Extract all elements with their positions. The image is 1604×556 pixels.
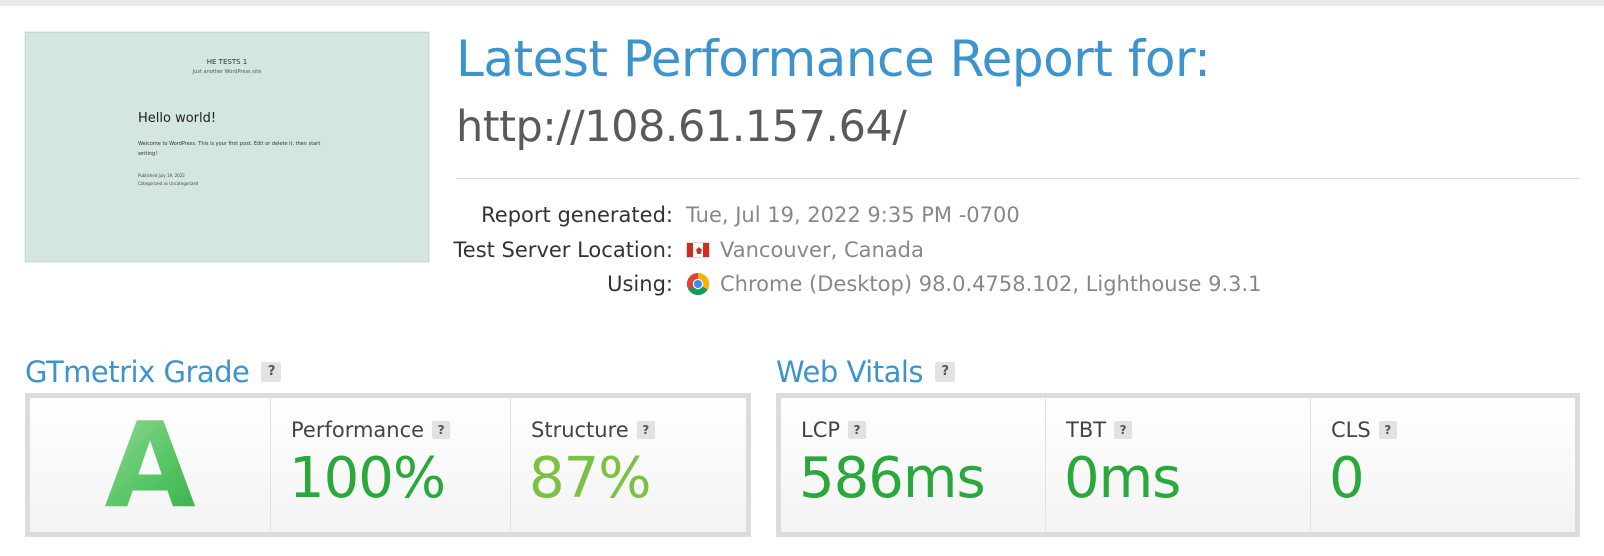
chrome-icon [686, 273, 710, 296]
structure-label-text: Structure [531, 418, 629, 442]
gtmetrix-grade-help-icon[interactable]: ? [261, 362, 282, 382]
server-location-value: Vancouver, Canada [686, 238, 924, 262]
thumb-post-title: Hello world! [138, 111, 217, 126]
report-generated-row: Report generated: Tue, Jul 19, 2022 9:35… [440, 203, 1540, 233]
web-vitals-title: Web Vitals ? [776, 355, 956, 389]
structure-label: Structure ? [531, 418, 655, 442]
thumb-site-tagline: Just another WordPress site [192, 69, 262, 75]
tbt-label-text: TBT [1066, 418, 1107, 442]
thumb-site-title: HE TESTS 1 [206, 58, 248, 66]
performance-label: Performance ? [291, 418, 451, 442]
thumb-post-body: Welcome to WordPress. This is your first… [138, 141, 321, 157]
thumb-post-meta: Published July 19, 2022 Categorized as U… [138, 172, 323, 188]
thumb-post-published: Published July 19, 2022 [138, 173, 185, 178]
canada-flag-icon [686, 242, 710, 258]
performance-label-text: Performance [291, 418, 425, 442]
tbt-value: 0ms [1064, 446, 1181, 511]
web-vitals-panel: LCP ? 586ms TBT ? 0ms CLS ? 0 [776, 393, 1580, 537]
grade-letter: A [30, 400, 270, 530]
performance-help-icon[interactable]: ? [432, 421, 451, 439]
server-location-text: Vancouver, Canada [720, 238, 924, 262]
using-label: Using: [607, 272, 673, 296]
tbt-cell: TBT ? 0ms [1046, 398, 1311, 532]
lcp-label: LCP ? [801, 418, 867, 442]
using-value: Chrome (Desktop) 98.0.4758.102, Lighthou… [686, 272, 1262, 296]
lcp-cell: LCP ? 586ms [781, 398, 1046, 532]
structure-value: 87% [529, 446, 651, 511]
tbt-label: TBT ? [1066, 418, 1133, 442]
report-generated-value: Tue, Jul 19, 2022 9:35 PM -0700 [686, 203, 1020, 227]
grade-cell: A [30, 398, 271, 532]
lcp-label-text: LCP [801, 418, 841, 442]
report-generated-label: Report generated: [481, 203, 673, 227]
cls-cell: CLS ? 0 [1311, 398, 1575, 532]
server-location-label: Test Server Location: [453, 238, 673, 262]
cls-label: CLS ? [1331, 418, 1397, 442]
gtmetrix-grade-panel: A Performance ? 100% Structure ? 87% [25, 393, 751, 537]
using-row: Using: Chrome (Desktop) 98.0.4758.102, L… [440, 272, 1540, 302]
web-vitals-title-text: Web Vitals [776, 355, 924, 389]
report-generated-text: Tue, Jul 19, 2022 9:35 PM -0700 [686, 203, 1020, 227]
performance-cell: Performance ? 100% [271, 398, 511, 532]
gtmetrix-grade-title: GTmetrix Grade ? [25, 355, 282, 389]
cls-value: 0 [1329, 446, 1365, 511]
lcp-help-icon[interactable]: ? [848, 421, 867, 439]
performance-value: 100% [289, 446, 446, 511]
page-screenshot-thumbnail[interactable]: HE TESTS 1 Just another WordPress site H… [25, 32, 429, 262]
structure-cell: Structure ? 87% [511, 398, 746, 532]
page-title: Latest Performance Report for: [456, 30, 1211, 88]
using-text: Chrome (Desktop) 98.0.4758.102, Lighthou… [720, 272, 1262, 296]
divider [456, 178, 1580, 179]
cls-help-icon[interactable]: ? [1378, 421, 1397, 439]
server-location-row: Test Server Location: Vancouver, Canada [440, 238, 1540, 268]
report-url[interactable]: http://108.61.157.64/ [456, 102, 907, 152]
thumb-post-category: Categorized as Uncategorized [138, 181, 199, 186]
web-vitals-help-icon[interactable]: ? [935, 362, 956, 382]
gtmetrix-grade-title-text: GTmetrix Grade [25, 355, 250, 389]
lcp-value: 586ms [799, 446, 986, 511]
top-bar [0, 0, 1604, 6]
cls-label-text: CLS [1331, 418, 1371, 442]
structure-help-icon[interactable]: ? [636, 421, 655, 439]
tbt-help-icon[interactable]: ? [1114, 421, 1133, 439]
